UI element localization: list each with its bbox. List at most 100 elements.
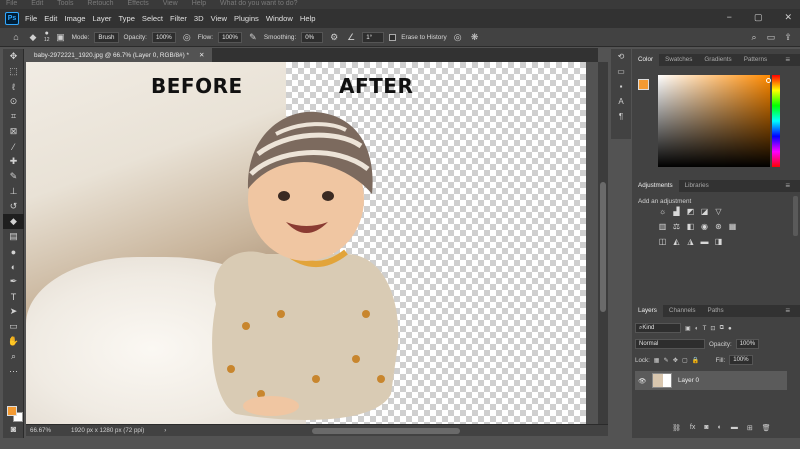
paragraph-icon[interactable]: ¶ [611, 109, 631, 124]
close-window-button[interactable]: ✕ [784, 12, 792, 23]
healing-tool-icon[interactable]: ✚ [3, 154, 24, 169]
menu-select[interactable]: Select [142, 14, 163, 23]
levels-icon[interactable]: ▟ [672, 207, 681, 216]
brush-tool-icon[interactable]: ✎ [3, 169, 24, 184]
gradient-tool-icon[interactable]: ▤ [3, 229, 24, 244]
gradient-map-icon[interactable]: ▬ [700, 237, 709, 246]
menu-3d[interactable]: 3D [194, 14, 204, 23]
vertical-scrollbar[interactable] [598, 62, 608, 424]
zoom-level[interactable]: 66.67% [30, 427, 51, 434]
photoshop-logo[interactable]: Ps [5, 12, 19, 25]
menu-type[interactable]: Type [118, 14, 134, 23]
brightness-icon[interactable]: ☼ [658, 207, 667, 216]
new-adjustment-icon[interactable]: ◐ [718, 424, 722, 432]
menu-image[interactable]: Image [64, 14, 85, 23]
swatch-icon[interactable]: ▪ [611, 79, 631, 94]
filter-toggle-icon[interactable]: ● [728, 325, 732, 332]
crop-tool-icon[interactable]: ⌗ [3, 109, 24, 124]
vertical-scroll-thumb[interactable] [600, 182, 606, 312]
comments-icon[interactable]: ▭ [611, 64, 631, 79]
tab-gradients[interactable]: Gradients [698, 54, 737, 66]
foreground-color-swatch[interactable] [7, 406, 17, 416]
eyedropper-tool-icon[interactable]: ⁄ [3, 139, 24, 154]
layer-opacity-field[interactable]: 100% [735, 339, 760, 349]
zoom-tool-icon[interactable]: ⌕ [3, 349, 24, 364]
lock-transparent-icon[interactable]: ▦ [654, 357, 660, 364]
menu-layer[interactable]: Layer [92, 14, 111, 23]
filter-type-icon[interactable]: T [703, 325, 707, 332]
frame-tool-icon[interactable]: ⊠ [3, 124, 24, 139]
fill-field[interactable]: 100% [729, 355, 753, 365]
foreground-background-swatches[interactable] [7, 406, 23, 422]
panel-scrollbar[interactable] [793, 196, 798, 236]
invert-icon[interactable]: ◫ [658, 237, 667, 246]
menu-filter[interactable]: Filter [170, 14, 187, 23]
filter-smart-icon[interactable]: ⧉ [720, 324, 724, 332]
hand-tool-icon[interactable]: ✋ [3, 334, 24, 349]
opacity-field[interactable]: 100% [151, 31, 176, 43]
kind-filter-select[interactable]: ⌕ Kind [635, 323, 681, 333]
workspace-icon[interactable]: ▭ [765, 31, 777, 43]
posterize-icon[interactable]: ◭ [672, 237, 681, 246]
selective-color-icon[interactable]: ◨ [714, 237, 723, 246]
tab-swatches[interactable]: Swatches [659, 54, 698, 66]
threshold-icon[interactable]: ◮ [686, 237, 695, 246]
menu-plugins[interactable]: Plugins [234, 14, 259, 23]
quick-mask-icon[interactable]: ◙ [3, 421, 24, 436]
angle-field[interactable]: 1° [362, 31, 385, 43]
tab-patterns[interactable]: Patterns [738, 54, 773, 66]
hue-slider[interactable] [772, 75, 780, 167]
new-group-icon[interactable]: ▬ [731, 424, 738, 432]
layer-row[interactable]: 👁 Layer 0 [635, 371, 787, 390]
mode-select[interactable]: Brush [94, 31, 119, 43]
panel-menu-icon[interactable]: ≡ [779, 54, 796, 66]
new-layer-icon[interactable]: ⊞ [747, 424, 753, 432]
move-tool-icon[interactable]: ✥ [3, 49, 24, 64]
airbrush-icon[interactable]: ✎ [247, 31, 259, 43]
link-layers-icon[interactable]: ⛓ [672, 424, 681, 432]
search-icon[interactable]: ⌕ [748, 31, 760, 43]
menu-view[interactable]: View [211, 14, 227, 23]
eye-icon[interactable]: 👁 [638, 377, 646, 385]
flow-field[interactable]: 100% [218, 31, 242, 43]
trash-icon[interactable]: 🗑 [762, 424, 771, 432]
more-tools-icon[interactable]: ⋯ [3, 364, 24, 379]
filter-pixel-icon[interactable]: ▣ [685, 325, 691, 332]
lasso-tool-icon[interactable]: ℓ [3, 79, 24, 94]
path-select-tool-icon[interactable]: ➤ [3, 304, 24, 319]
tab-color[interactable]: Color [632, 54, 660, 66]
minimize-button[interactable]: − [727, 12, 732, 23]
brush-preset-picker[interactable]: ● 12 [44, 30, 50, 43]
character-icon[interactable]: A [611, 94, 631, 109]
color-field[interactable] [658, 75, 771, 167]
horizontal-scroll-thumb[interactable] [312, 428, 460, 434]
channel-mixer-icon[interactable]: ⊛ [714, 222, 723, 231]
photo-filter-icon[interactable]: ◉ [700, 222, 709, 231]
pressure-opacity-icon[interactable]: ◎ [181, 31, 193, 43]
tab-paths[interactable]: Paths [702, 305, 730, 317]
document-tab[interactable]: baby-2972221_1920.jpg @ 66.7% (Layer 0, … [26, 48, 213, 62]
maximize-button[interactable]: ▢ [754, 12, 763, 23]
rectangle-tool-icon[interactable]: ▭ [3, 319, 24, 334]
brush-settings-icon[interactable]: ▣ [55, 31, 67, 43]
home-icon[interactable]: ⌂ [10, 31, 22, 43]
share-icon[interactable]: ⇪ [782, 31, 794, 43]
layer-name[interactable]: Layer 0 [678, 377, 699, 384]
tab-layers[interactable]: Layers [632, 305, 663, 317]
type-tool-icon[interactable]: T [3, 289, 24, 304]
document-canvas[interactable]: BEFORE AFTER [26, 62, 597, 424]
filter-shape-icon[interactable]: ⊡ [710, 325, 715, 332]
gear-icon[interactable]: ⚙ [328, 31, 340, 43]
add-mask-icon[interactable]: ◙ [704, 424, 708, 432]
lock-artboard-icon[interactable]: ▢ [682, 357, 688, 364]
menu-file[interactable]: File [25, 14, 37, 23]
color-picker-marker[interactable] [766, 78, 771, 83]
color-foreground-swatch[interactable] [638, 79, 649, 90]
status-arrow[interactable]: › [164, 427, 166, 434]
color-balance-icon[interactable]: ⚖ [672, 222, 681, 231]
vibrance-icon[interactable]: ▽ [714, 207, 723, 216]
pen-tool-icon[interactable]: ✒ [3, 274, 24, 289]
panel-menu-icon[interactable]: ≡ [779, 180, 796, 192]
menu-window[interactable]: Window [266, 14, 293, 23]
smoothing-field[interactable]: 0% [301, 31, 324, 43]
